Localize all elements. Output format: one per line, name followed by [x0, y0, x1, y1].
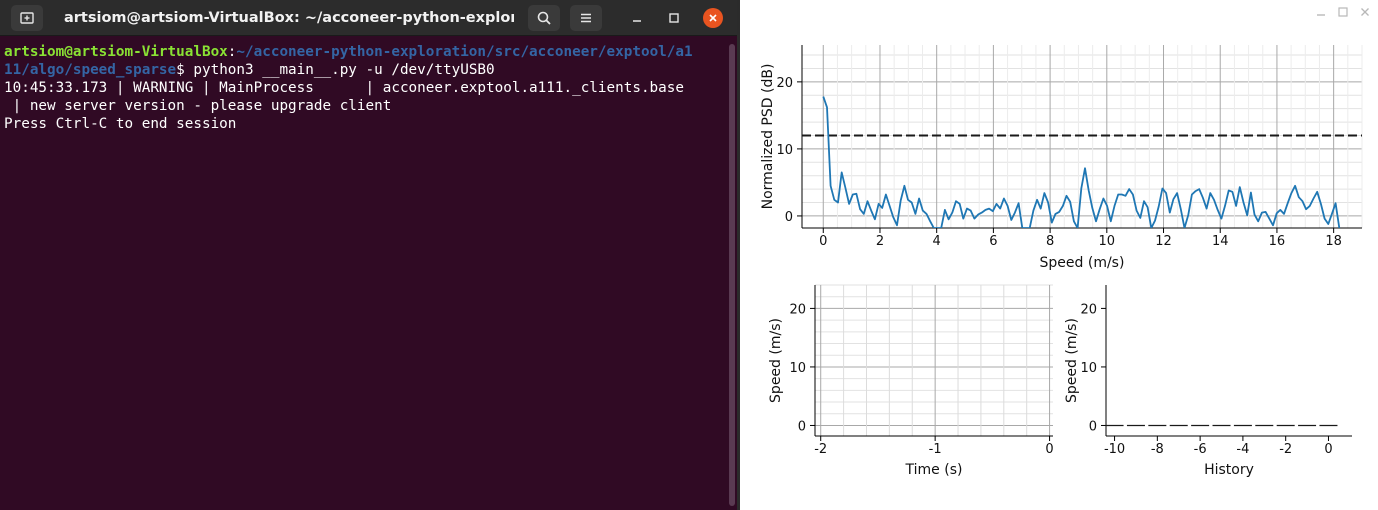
- x-tick-label: -10: [1104, 442, 1125, 457]
- x-tick-label: -4: [1236, 442, 1249, 457]
- x-tick-label: 0: [819, 234, 827, 249]
- prompt-path-part-1: ~/acconeer-python-exploration/src/accone…: [236, 44, 693, 60]
- x-tick-label: -2: [814, 442, 827, 457]
- plot-minimize-button[interactable]: [1312, 3, 1330, 21]
- new-tab-button[interactable]: [11, 5, 43, 31]
- prompt-path-part-2: 11/algo/speed_sparse: [4, 62, 177, 78]
- minimize-button[interactable]: [627, 8, 647, 28]
- x-axis-label: Speed (m/s): [1040, 255, 1125, 271]
- y-tick-label: 0: [1089, 419, 1097, 434]
- y-tick-label: 10: [776, 143, 793, 158]
- x-tick-label: 4: [933, 234, 941, 249]
- plot-maximize-button[interactable]: [1334, 3, 1352, 21]
- prompt-line-1: artsiom@artsiom-VirtualBox:~/acconeer-py…: [4, 43, 728, 61]
- prompt-line-2: 11/algo/speed_sparse$ python3 __main__.p…: [4, 61, 728, 79]
- speed-time-plot: -2 -1 0 0 10 20 Time (s) Speed (m/s): [768, 284, 1054, 478]
- plot-window: 0 2 4 6 8 10 12 14 16 18 0 10 20 Speed (m/s) Normalize…: [740, 0, 1378, 510]
- maximize-icon: [669, 13, 679, 23]
- plot-close-button[interactable]: [1356, 3, 1374, 21]
- command-text: python3 __main__.py -u /dev/ttyUSB0: [193, 62, 495, 78]
- x-tick-label: -8: [1151, 442, 1164, 457]
- x-tick-label: 6: [989, 234, 997, 249]
- hamburger-menu-icon: [581, 13, 591, 23]
- log-line: Press Ctrl-C to end session: [4, 116, 237, 132]
- close-button[interactable]: [703, 8, 723, 28]
- terminal-scrollbar[interactable]: [729, 44, 735, 506]
- y-tick-label: 10: [789, 361, 806, 376]
- maximize-button[interactable]: [664, 8, 684, 28]
- y-tick-label: 10: [1080, 361, 1097, 376]
- x-tick-label: 16: [1269, 234, 1286, 249]
- log-line: 10:45:33.173 | WARNING | MainProcess | a…: [4, 80, 684, 96]
- x-tick-label: 8: [1046, 234, 1054, 249]
- y-tick-label: 0: [798, 419, 806, 434]
- search-icon: [537, 11, 551, 25]
- y-tick-label: 0: [785, 210, 793, 225]
- prompt-symbol: $: [176, 62, 194, 78]
- x-tick-label: 14: [1212, 234, 1229, 249]
- terminal-window: artsiom@artsiom-VirtualBox: ~/acconeer-p…: [0, 0, 737, 510]
- new-tab-icon: [20, 12, 34, 24]
- log-line: | new server version - please upgrade cl…: [4, 98, 392, 114]
- x-tick-label: -1: [929, 442, 942, 457]
- x-tick-label: 0: [1045, 442, 1053, 457]
- menu-button[interactable]: [570, 5, 602, 31]
- x-tick-label: 10: [1099, 234, 1116, 249]
- close-icon: [1361, 8, 1369, 16]
- plots-canvas[interactable]: 0 2 4 6 8 10 12 14 16 1801020Speed (m/s)Normalize…: [740, 26, 1378, 510]
- prompt-user: artsiom@artsiom-VirtualBox: [4, 44, 228, 60]
- minimize-icon: [633, 20, 641, 22]
- x-tick-label: 18: [1325, 234, 1342, 249]
- maximize-icon: [1338, 7, 1348, 17]
- x-axis-label: History: [1204, 462, 1254, 478]
- terminal-title: artsiom@artsiom-VirtualBox: ~/acconeer-p…: [64, 10, 514, 26]
- y-axis-label: Speed (m/s): [1064, 318, 1080, 403]
- terminal-output[interactable]: artsiom@artsiom-VirtualBox:~/acconeer-py…: [4, 43, 728, 133]
- search-button[interactable]: [528, 5, 560, 31]
- speed-history-plot: -10 -8 -6 -4 -2 0 0 10 20 History Speed (m/s): [1064, 285, 1352, 478]
- minimize-icon: [1317, 14, 1325, 16]
- x-axis-label: Time (s): [905, 462, 963, 478]
- y-tick-label: 20: [776, 76, 793, 91]
- y-axis-label: Speed (m/s): [768, 318, 784, 403]
- close-icon: [709, 14, 717, 22]
- y-tick-label: 20: [789, 302, 806, 317]
- x-tick-label: -2: [1279, 442, 1292, 457]
- x-tick-label: 12: [1155, 234, 1172, 249]
- y-axis-label: Normalized PSD (dB): [760, 64, 776, 210]
- x-tick-label: -6: [1194, 442, 1207, 457]
- x-tick-label: 0: [1324, 442, 1332, 457]
- terminal-titlebar[interactable]: artsiom@artsiom-VirtualBox: ~/acconeer-p…: [0, 0, 737, 36]
- x-tick-label: 2: [876, 234, 884, 249]
- plot-window-titlebar[interactable]: [740, 0, 1378, 26]
- psd-plot: 0 2 4 6 8 10 12 14 16 18 0 10 20 Speed (m/s) Normalize…: [760, 45, 1363, 271]
- y-tick-label: 20: [1080, 302, 1097, 317]
